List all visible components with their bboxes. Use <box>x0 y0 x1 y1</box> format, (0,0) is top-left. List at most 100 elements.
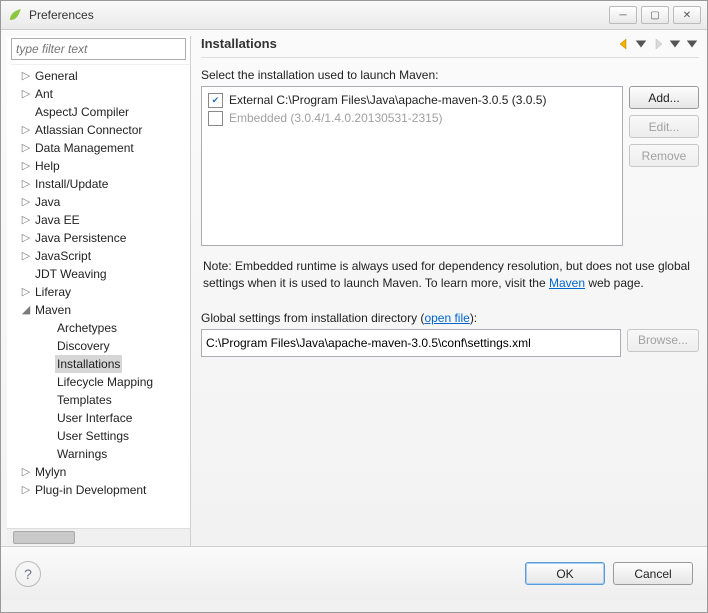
expand-icon[interactable]: ▷ <box>19 67 33 85</box>
installation-label: External C:\Program Files\Java\apache-ma… <box>229 93 546 107</box>
filter-input[interactable] <box>11 38 186 60</box>
maven-link[interactable]: Maven <box>549 276 585 290</box>
tree-item[interactable]: Templates <box>11 391 190 409</box>
page-title: Installations <box>201 36 617 51</box>
select-installation-label: Select the installation used to launch M… <box>201 68 699 82</box>
tree-item[interactable]: User Interface <box>11 409 190 427</box>
gs-label-suffix: ): <box>470 311 477 325</box>
sidebar: ▷General▷AntAspectJ Compiler▷Atlassian C… <box>7 36 191 546</box>
titlebar: Preferences ─ ▢ ✕ <box>1 1 707 30</box>
tree-item[interactable]: ▷JavaScript <box>11 247 190 265</box>
tree-item-label: Atlassian Connector <box>33 121 144 139</box>
global-settings-input[interactable] <box>201 329 621 357</box>
tree-item[interactable]: ▷Ant <box>11 85 190 103</box>
sidebar-horizontal-scrollbar[interactable] <box>7 528 190 546</box>
header-nav <box>617 37 699 51</box>
window-title: Preferences <box>29 8 609 22</box>
installation-item[interactable]: External C:\Program Files\Java\apache-ma… <box>208 91 616 109</box>
tree-item-label: Plug-in Development <box>33 481 148 499</box>
expand-icon[interactable]: ▷ <box>19 229 33 247</box>
tree-item[interactable]: User Settings <box>11 427 190 445</box>
tree-item[interactable]: Discovery <box>11 337 190 355</box>
gs-label-prefix: Global settings from installation direct… <box>201 311 424 325</box>
tree-item-label: Help <box>33 157 62 175</box>
tree-item[interactable]: ▷Liferay <box>11 283 190 301</box>
tree-item-label: Maven <box>33 301 73 319</box>
installations-list[interactable]: External C:\Program Files\Java\apache-ma… <box>201 86 623 246</box>
expand-icon[interactable]: ▷ <box>19 85 33 103</box>
installation-label: Embedded (3.0.4/1.4.0.20130531-2315) <box>229 111 443 125</box>
tree-item[interactable]: ▷Java <box>11 193 190 211</box>
window-buttons: ─ ▢ ✕ <box>609 6 701 24</box>
tree-item[interactable]: ▷Plug-in Development <box>11 481 190 499</box>
tree-item[interactable]: Archetypes <box>11 319 190 337</box>
tree-item-label: Java <box>33 193 62 211</box>
tree-item[interactable]: AspectJ Compiler <box>11 103 190 121</box>
app-icon <box>7 7 23 23</box>
minimize-button[interactable]: ─ <box>609 6 637 24</box>
tree-item[interactable]: ▷Java Persistence <box>11 229 190 247</box>
note-suffix: web page. <box>585 276 644 290</box>
back-icon[interactable] <box>617 37 631 51</box>
tree-item-label: Install/Update <box>33 175 110 193</box>
checkbox[interactable] <box>208 111 223 126</box>
expand-icon[interactable]: ▷ <box>19 175 33 193</box>
tree-item-label: Discovery <box>55 337 112 355</box>
tree-item-label: Lifecycle Mapping <box>55 373 155 391</box>
expand-icon[interactable]: ◢ <box>19 301 33 319</box>
installation-item[interactable]: Embedded (3.0.4/1.4.0.20130531-2315) <box>208 109 616 127</box>
tree-item-label: User Settings <box>55 427 131 445</box>
expand-icon[interactable]: ▷ <box>19 247 33 265</box>
tree-item[interactable]: ▷Help <box>11 157 190 175</box>
expand-icon[interactable]: ▷ <box>19 283 33 301</box>
expand-icon[interactable]: ▷ <box>19 139 33 157</box>
tree-item[interactable]: ▷Java EE <box>11 211 190 229</box>
expand-icon[interactable]: ▷ <box>19 481 33 499</box>
tree-item-label: Archetypes <box>55 319 119 337</box>
tree-item-label: JavaScript <box>33 247 93 265</box>
tree-item[interactable]: ▷Install/Update <box>11 175 190 193</box>
dialog-footer: ? OK Cancel <box>1 546 707 600</box>
cancel-button[interactable]: Cancel <box>613 562 693 585</box>
tree-item-label: Ant <box>33 85 55 103</box>
tree-item[interactable]: ◢Maven <box>11 301 190 319</box>
ok-button[interactable]: OK <box>525 562 605 585</box>
remove-button[interactable]: Remove <box>629 144 699 167</box>
forward-icon <box>651 37 665 51</box>
tree-item-label: Mylyn <box>33 463 68 481</box>
add-button[interactable]: Add... <box>629 86 699 109</box>
tree-item-label: Installations <box>55 355 122 373</box>
back-menu-icon[interactable] <box>634 37 648 51</box>
tree-item-label: Java EE <box>33 211 82 229</box>
tree-item[interactable]: Warnings <box>11 445 190 463</box>
tree-item[interactable]: ▷General <box>11 67 190 85</box>
tree-item-label: User Interface <box>55 409 134 427</box>
browse-button[interactable]: Browse... <box>627 329 699 352</box>
expand-icon[interactable]: ▷ <box>19 121 33 139</box>
note-text: Note: Embedded runtime is always used fo… <box>203 258 697 293</box>
edit-button[interactable]: Edit... <box>629 115 699 138</box>
tree-item-label: Warnings <box>55 445 109 463</box>
tree-item[interactable]: JDT Weaving <box>11 265 190 283</box>
view-menu-icon[interactable] <box>685 37 699 51</box>
tree-item-label: JDT Weaving <box>33 265 109 283</box>
tree-item[interactable]: Installations <box>11 355 190 373</box>
help-button[interactable]: ? <box>15 561 41 587</box>
checkbox[interactable] <box>208 93 223 108</box>
expand-icon[interactable]: ▷ <box>19 157 33 175</box>
tree-item[interactable]: Lifecycle Mapping <box>11 373 190 391</box>
preferences-tree[interactable]: ▷General▷AntAspectJ Compiler▷Atlassian C… <box>11 65 190 528</box>
close-button[interactable]: ✕ <box>673 6 701 24</box>
tree-item[interactable]: ▷Atlassian Connector <box>11 121 190 139</box>
forward-menu-icon[interactable] <box>668 37 682 51</box>
expand-icon[interactable]: ▷ <box>19 193 33 211</box>
tree-item-label: AspectJ Compiler <box>33 103 131 121</box>
tree-item[interactable]: ▷Mylyn <box>11 463 190 481</box>
tree-item[interactable]: ▷Data Management <box>11 139 190 157</box>
expand-icon[interactable]: ▷ <box>19 463 33 481</box>
maximize-button[interactable]: ▢ <box>641 6 669 24</box>
tree-item-label: Java Persistence <box>33 229 128 247</box>
tree-item-label: General <box>33 67 80 85</box>
open-file-link[interactable]: open file <box>424 311 469 325</box>
expand-icon[interactable]: ▷ <box>19 211 33 229</box>
